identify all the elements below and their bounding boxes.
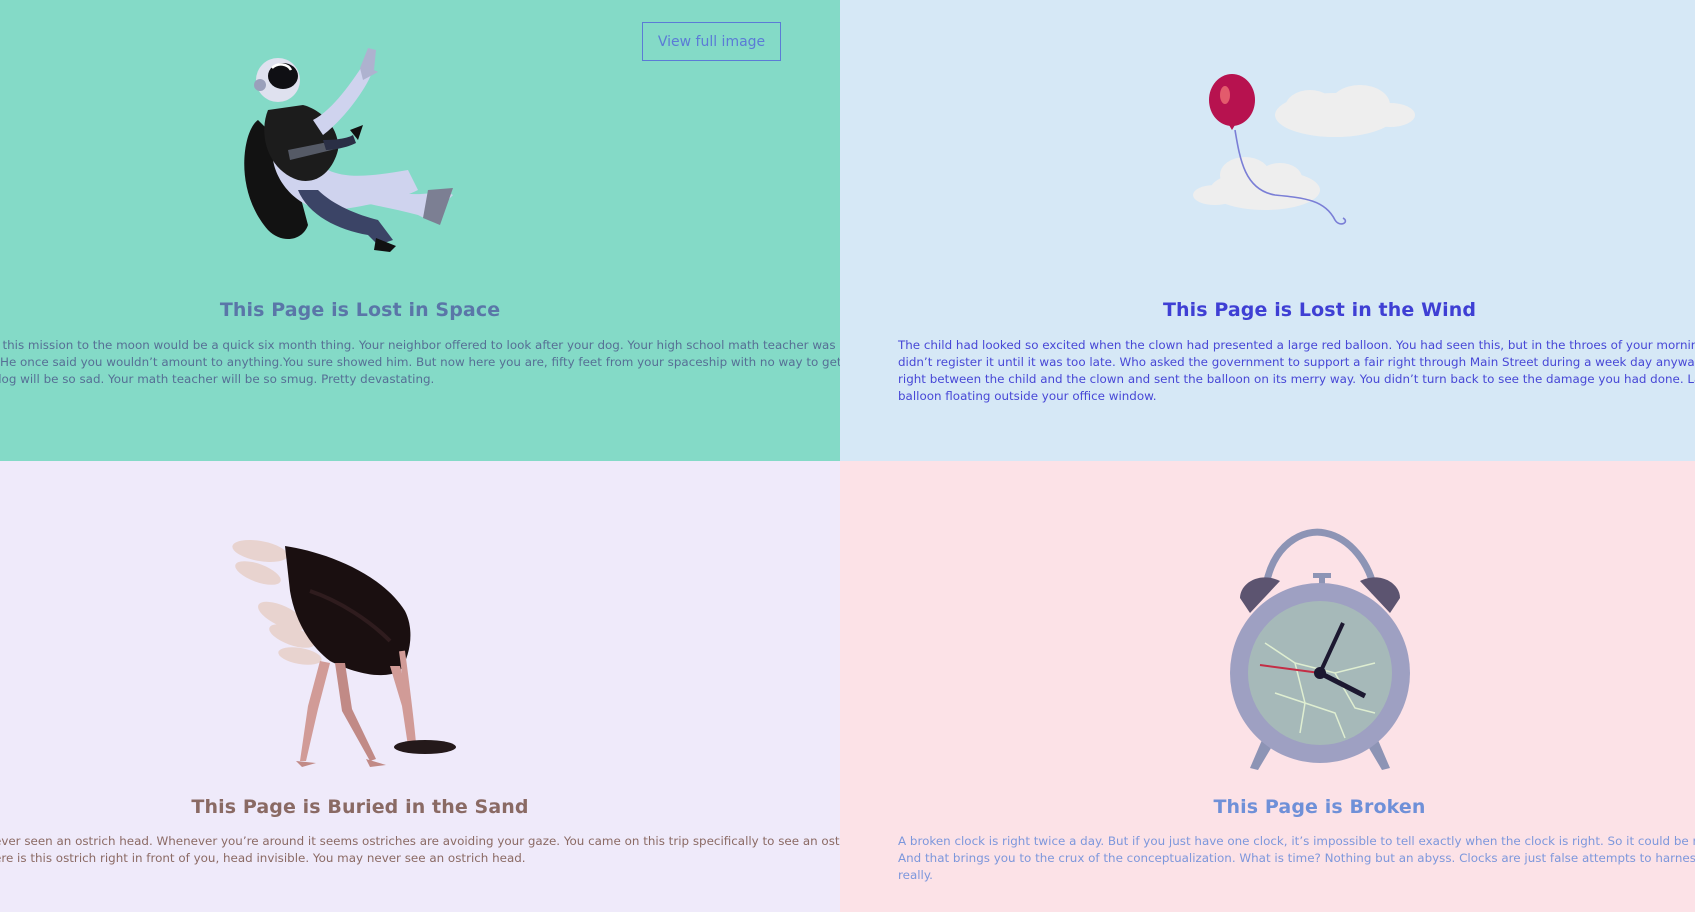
page-title: This Page is Lost in Space <box>219 299 501 321</box>
description-line: didn’t register it until it was too late… <box>898 355 1695 369</box>
balloon-clouds-illustration <box>1193 74 1415 225</box>
astronaut-illustration <box>244 48 453 252</box>
page-title: This Page is Buried in the Sand <box>191 796 529 818</box>
description-line: balloon floating outside your office win… <box>898 389 1157 403</box>
panel-buried-in-the-sand: This Page is Buried in the Sand ever see… <box>0 461 840 913</box>
page-title: This Page is Lost in the Wind <box>1162 299 1477 321</box>
panel-description: ever seen an ostrich head. Whenever you’… <box>0 833 840 867</box>
description-line: right between the child and the clown an… <box>898 372 1695 386</box>
broken-clock-illustration <box>1230 528 1410 770</box>
description-line: ere is this ostrich right in front of yo… <box>0 851 526 865</box>
panel-lost-in-the-wind: This Page is Lost in the Wind The child … <box>840 0 1695 461</box>
description-line: really. <box>898 868 933 882</box>
description-line: He once said you wouldn’t amount to anyt… <box>0 355 840 369</box>
panel-description: t this mission to the moon would be a qu… <box>0 337 840 388</box>
description-line: A broken clock is right twice a day. But… <box>898 834 1695 848</box>
ostrich-illustration <box>232 540 456 767</box>
description-line: And that brings you to the crux of the c… <box>898 851 1695 865</box>
page-title: This Page is Broken <box>1213 796 1426 818</box>
panel-broken: This Page is Broken A broken clock is ri… <box>840 461 1695 913</box>
description-line: The child had looked so excited when the… <box>898 338 1695 352</box>
panel-lost-in-space: View full image This Page is Lost in Spa… <box>0 0 840 461</box>
description-line: t this mission to the moon would be a qu… <box>0 338 836 352</box>
panel-description: The child had looked so excited when the… <box>898 337 1695 405</box>
description-line: ever seen an ostrich head. Whenever you’… <box>0 834 840 848</box>
description-line: dog will be so sad. Your math teacher wi… <box>0 372 435 386</box>
panel-description: A broken clock is right twice a day. But… <box>898 833 1695 884</box>
view-full-image-button[interactable]: View full image <box>642 22 781 61</box>
